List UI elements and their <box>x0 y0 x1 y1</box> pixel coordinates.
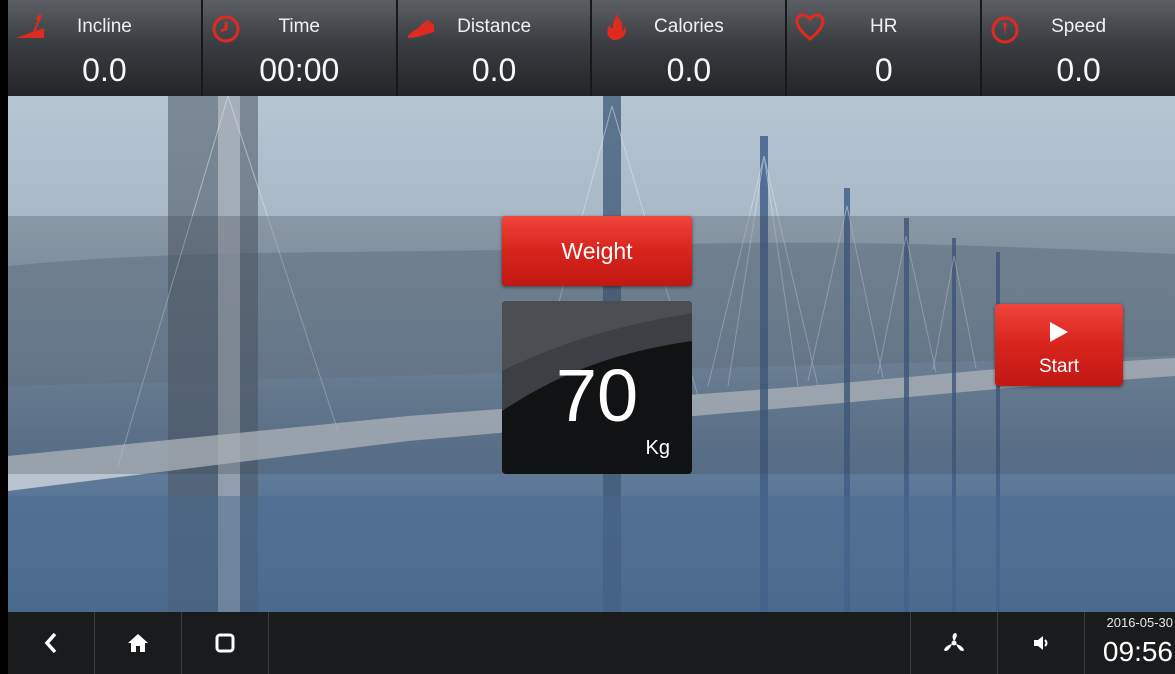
start-button[interactable]: Start <box>995 304 1123 386</box>
stat-value: 0 <box>874 52 893 88</box>
system-navbar: 2016-05-30 09:56 <box>8 612 1175 674</box>
stat-label: Time <box>278 16 320 37</box>
stat-value: 0.0 <box>666 52 712 88</box>
stat-incline: Incline 0.0 <box>8 0 203 96</box>
fan-icon <box>944 633 964 652</box>
fan-button[interactable] <box>911 612 998 674</box>
clock: 2016-05-30 09:56 <box>1085 612 1175 674</box>
stat-label: HR <box>870 16 898 37</box>
stat-time: Time 00:00 <box>203 0 398 96</box>
home-button[interactable] <box>95 612 182 674</box>
navbar-spacer <box>269 612 911 674</box>
clock-time: 09:56 <box>1102 636 1173 667</box>
volume-button[interactable] <box>998 612 1085 674</box>
weight-button[interactable]: Weight <box>502 216 692 286</box>
stat-speed: Speed 0.0 <box>982 0 1175 96</box>
stat-value: 0.0 <box>471 52 517 88</box>
home-icon <box>128 634 148 652</box>
stat-label: Incline <box>76 16 132 37</box>
clock-date: 2016-05-30 <box>1106 615 1174 630</box>
stat-hr: HR 0 <box>787 0 983 96</box>
back-icon <box>44 632 57 654</box>
stat-value: 0.0 <box>82 52 127 88</box>
stat-value: 0.0 <box>1056 52 1101 88</box>
start-label: Start <box>1038 356 1080 377</box>
weight-value: 70 <box>555 354 639 437</box>
treadmill-screen: Incline 0.0 Time 00:00 Distance 0.0 Calo… <box>8 0 1175 674</box>
stats-bar: Incline 0.0 Time 00:00 Distance 0.0 Calo… <box>8 0 1175 96</box>
play-icon <box>1050 322 1068 342</box>
stat-label: Calories <box>654 16 724 37</box>
stat-label: Speed <box>1051 16 1107 37</box>
weight-display[interactable]: 70 Kg <box>502 301 692 474</box>
stat-distance: Distance 0.0 <box>398 0 593 96</box>
stat-value: 00:00 <box>259 52 340 88</box>
volume-icon <box>1034 636 1048 650</box>
weight-unit: Kg <box>645 437 670 459</box>
stat-calories: Calories 0.0 <box>592 0 788 96</box>
back-button[interactable] <box>8 612 95 674</box>
recents-icon <box>215 633 235 653</box>
stat-label: Distance <box>457 16 532 37</box>
recents-button[interactable] <box>182 612 269 674</box>
